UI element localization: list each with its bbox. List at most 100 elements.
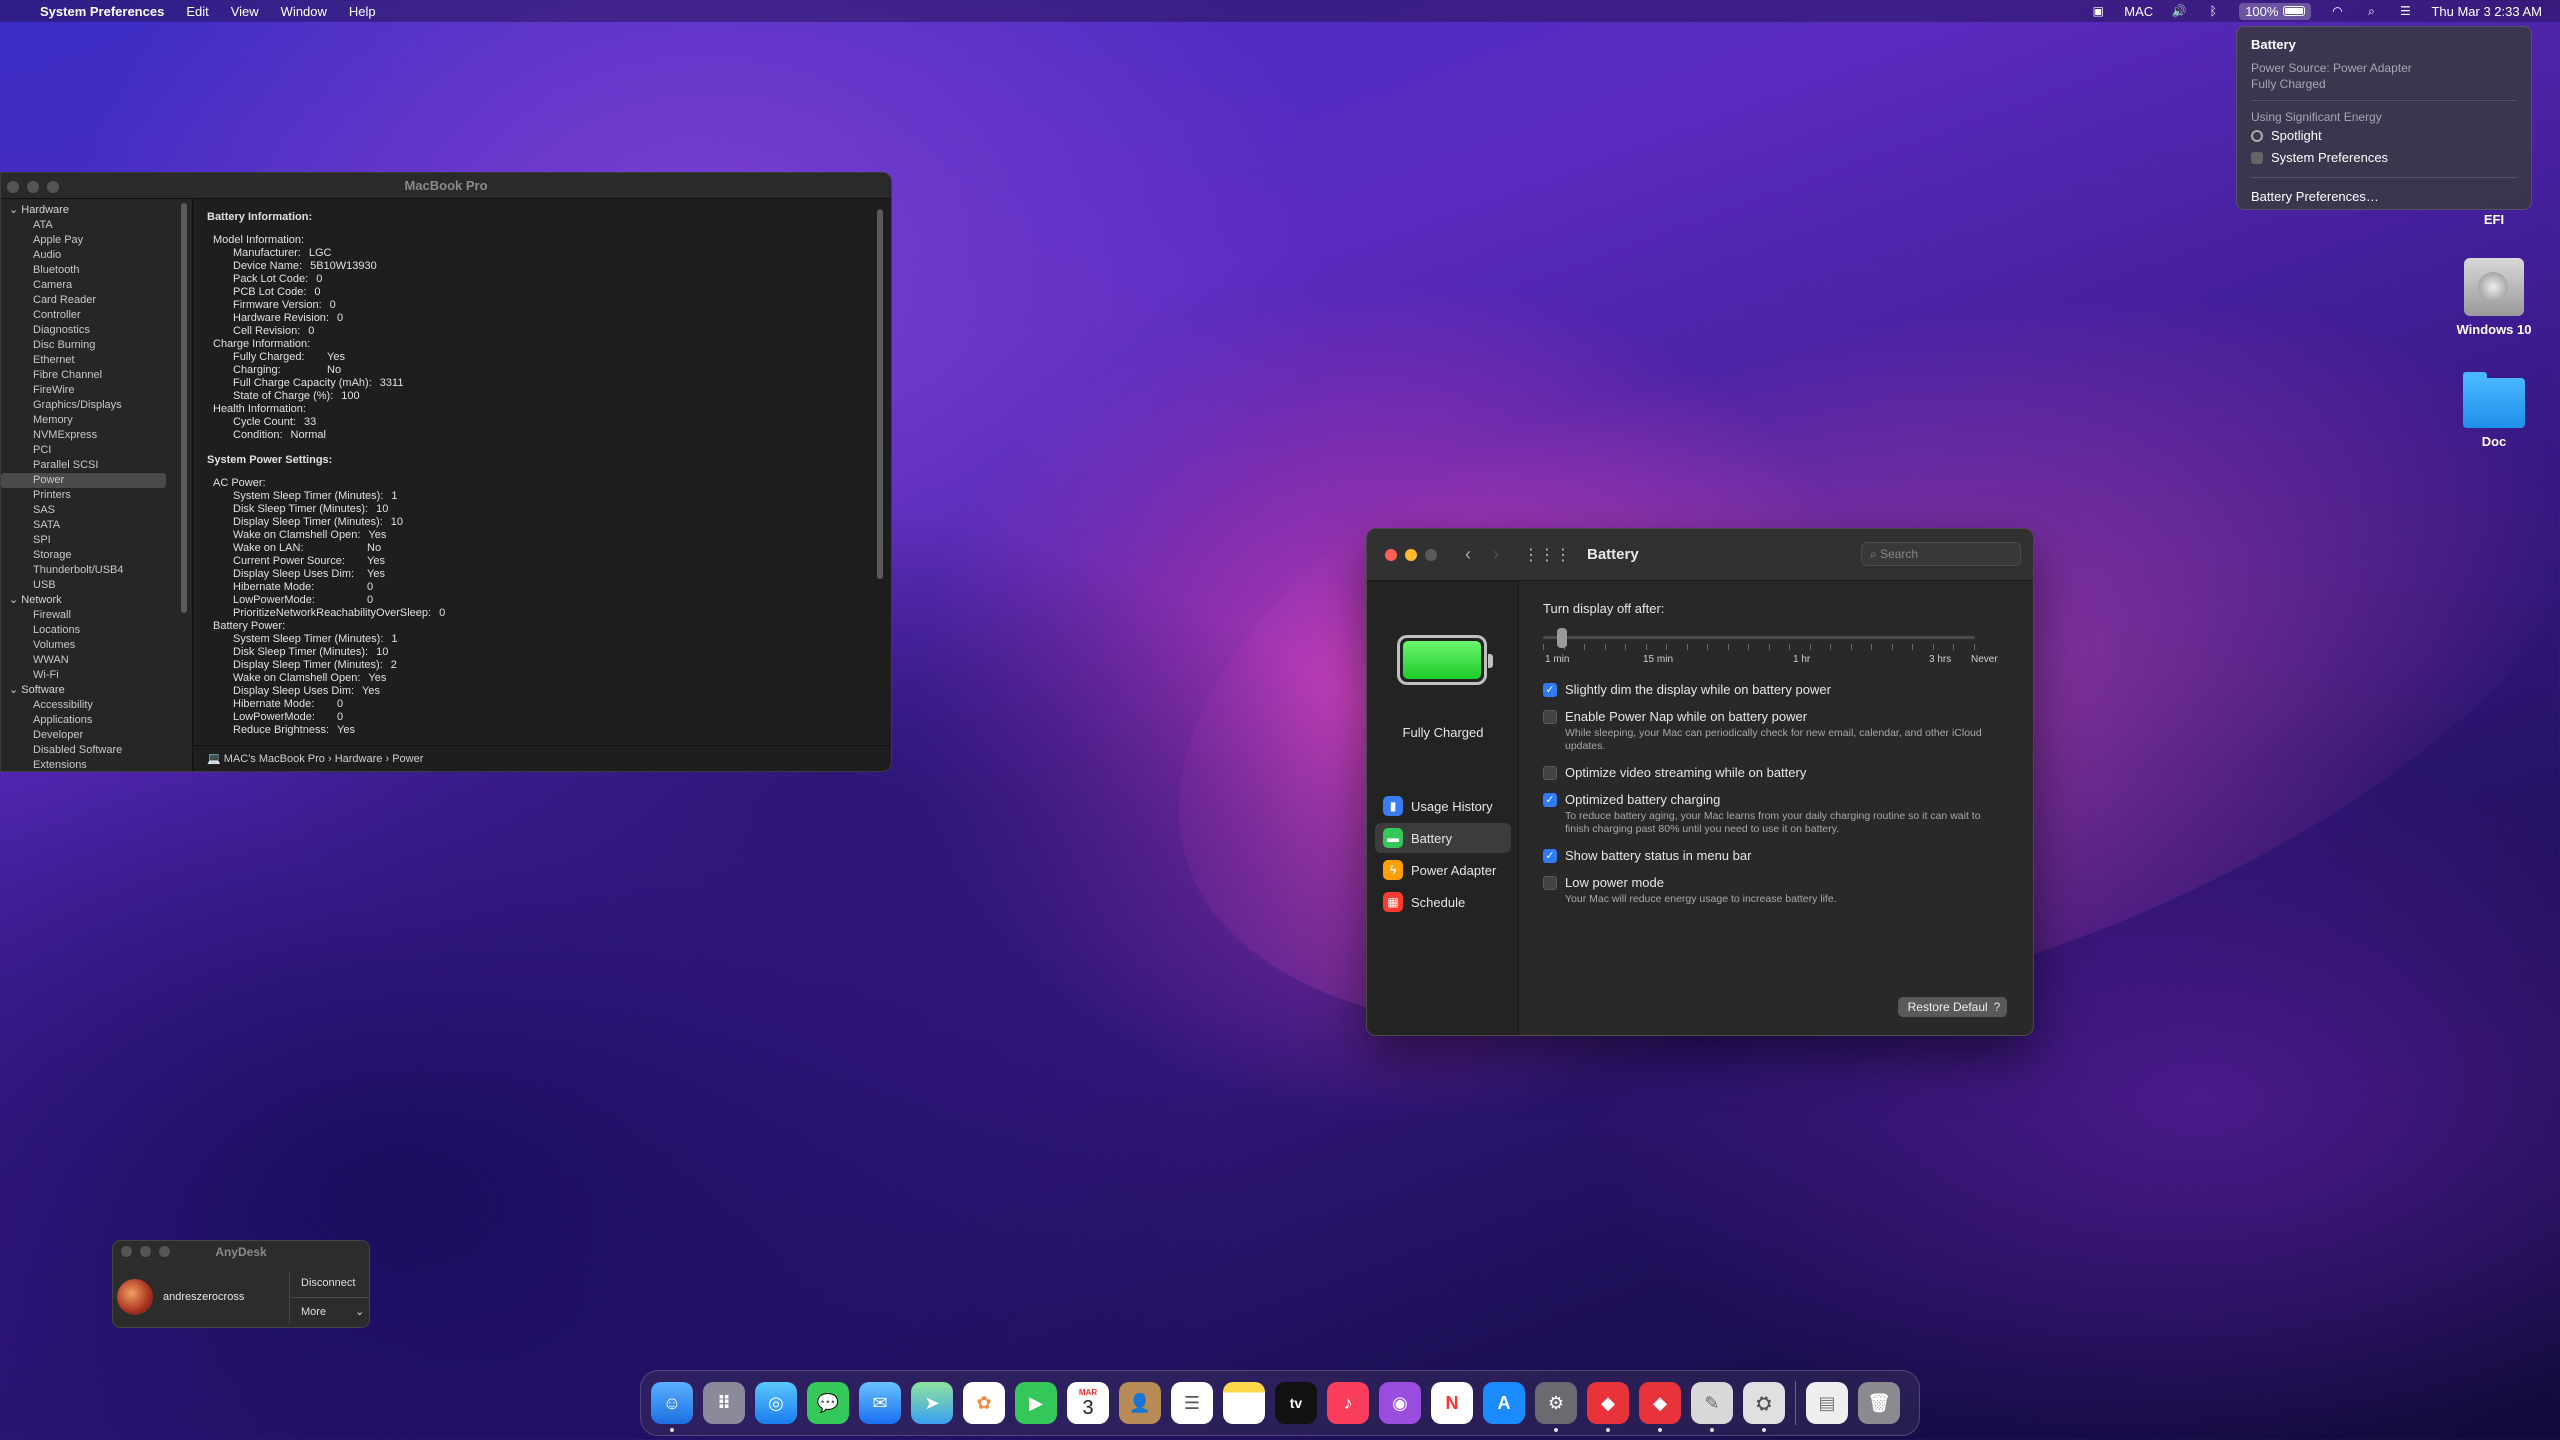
dock-app-store-icon[interactable]: A xyxy=(1483,1382,1525,1424)
option-5[interactable]: Low power mode xyxy=(1543,875,2009,890)
sidebar-item[interactable]: Diagnostics xyxy=(1,323,192,338)
zoom-button[interactable] xyxy=(47,181,59,193)
disconnect-button[interactable]: Disconnect xyxy=(301,1277,355,1289)
sidebar-item[interactable]: Wi-Fi xyxy=(1,668,192,683)
desktop-item-efi[interactable]: EFI xyxy=(2444,212,2544,227)
minimize-button[interactable] xyxy=(1405,548,1417,561)
bluetooth-icon[interactable]: ᛒ xyxy=(2205,4,2221,18)
minimize-button[interactable] xyxy=(27,181,39,193)
sidebar-scrollbar[interactable] xyxy=(181,203,187,613)
menu-edit[interactable]: Edit xyxy=(186,4,208,19)
checkbox[interactable] xyxy=(1543,875,1557,890)
sidebar-item[interactable]: Controller xyxy=(1,308,192,323)
sidebar-item-battery[interactable]: ▬ Battery xyxy=(1375,823,1511,853)
checkbox[interactable]: ✓ xyxy=(1543,848,1557,863)
sidebar-item[interactable]: WWAN xyxy=(1,653,192,668)
sidebar-group-software[interactable]: ⌄ Software xyxy=(1,683,192,698)
dock-system-preferences-icon[interactable]: ⚙ xyxy=(1535,1382,1577,1432)
path-power[interactable]: Power xyxy=(392,753,423,765)
energy-app-system-preferences[interactable]: System Preferences xyxy=(2251,147,2517,169)
sidebar-item[interactable]: ATA xyxy=(1,218,192,233)
option-3[interactable]: ✓ Optimized battery charging xyxy=(1543,792,2009,807)
zoom-button[interactable] xyxy=(1425,548,1437,561)
wifi-icon[interactable]: ◠ xyxy=(2329,4,2345,18)
sidebar-item[interactable]: Applications xyxy=(1,713,192,728)
sidebar-item[interactable]: Accessibility xyxy=(1,698,192,713)
checkbox[interactable] xyxy=(1543,765,1557,780)
sidebar-item[interactable]: PCI xyxy=(1,443,192,458)
dock-mail-icon[interactable]: ✉ xyxy=(859,1382,901,1424)
sidebar-item[interactable]: SPI xyxy=(1,533,192,548)
dock-launchpad-icon[interactable]: ⠿ xyxy=(703,1382,745,1424)
sidebar-item[interactable]: Developer xyxy=(1,728,192,743)
menu-help[interactable]: Help xyxy=(349,4,376,19)
dock-podcasts-icon[interactable]: ◉ xyxy=(1379,1382,1421,1424)
option-4[interactable]: ✓ Show battery status in menu bar xyxy=(1543,848,2009,863)
search-field[interactable]: ⌕ Search xyxy=(1861,542,2021,566)
dock-music-icon[interactable]: ♪ xyxy=(1327,1382,1369,1424)
sidebar-item[interactable]: Volumes xyxy=(1,638,192,653)
dock-facetime-icon[interactable]: ▶ xyxy=(1015,1382,1057,1424)
window-titlebar[interactable]: MacBook Pro xyxy=(1,173,891,199)
sidebar-item[interactable]: Apple Pay xyxy=(1,233,192,248)
forward-icon[interactable]: › xyxy=(1493,544,1499,565)
user-menu[interactable]: MAC xyxy=(2124,4,2153,19)
dock-maps-icon[interactable]: ➤ xyxy=(911,1382,953,1424)
close-button[interactable] xyxy=(1385,548,1397,561)
option-1[interactable]: Enable Power Nap while on battery power xyxy=(1543,709,2009,724)
dock-reminders-icon[interactable]: ☰ xyxy=(1171,1382,1213,1424)
dock-calendar-icon[interactable]: MAR 3 xyxy=(1067,1382,1109,1424)
control-center-icon[interactable]: ☰ xyxy=(2397,4,2413,18)
close-button[interactable] xyxy=(7,181,19,193)
close-button[interactable] xyxy=(121,1246,132,1257)
battery-preferences-item[interactable]: Battery Preferences… xyxy=(2251,186,2517,208)
show-all-grid-icon[interactable]: ⋮⋮⋮ xyxy=(1523,545,1571,565)
sidebar-item[interactable]: Memory xyxy=(1,413,192,428)
dock-contacts-icon[interactable]: 👤 xyxy=(1119,1382,1161,1424)
dock-news-icon[interactable]: N xyxy=(1431,1382,1473,1424)
dock-tv-icon[interactable]: tv xyxy=(1275,1382,1317,1424)
window-toolbar[interactable]: ‹ › ⋮⋮⋮ Battery ⌕ Search xyxy=(1367,529,2033,581)
dock-notes-icon[interactable] xyxy=(1223,1382,1265,1424)
dock-system-information-icon[interactable]: ⛭ xyxy=(1743,1382,1785,1432)
sidebar-item[interactable]: Thunderbolt/USB4 xyxy=(1,563,192,578)
sidebar-item[interactable]: Card Reader xyxy=(1,293,192,308)
display-sleep-slider[interactable] xyxy=(1543,628,1975,650)
sidebar-item[interactable]: Extensions xyxy=(1,758,192,771)
window-titlebar[interactable]: AnyDesk xyxy=(113,1241,369,1263)
sidebar-item[interactable]: Camera xyxy=(1,278,192,293)
path-hardware[interactable]: Hardware xyxy=(335,753,383,765)
desktop-item-windows[interactable]: Windows 10 xyxy=(2444,258,2544,337)
path-computer[interactable]: MAC's MacBook Pro xyxy=(224,753,325,765)
dock-safari-icon[interactable]: ◎ xyxy=(755,1382,797,1424)
sidebar-item[interactable]: Power xyxy=(1,473,166,488)
option-0[interactable]: ✓ Slightly dim the display while on batte… xyxy=(1543,682,2009,697)
checkbox[interactable] xyxy=(1543,709,1557,724)
desktop-item-doc[interactable]: Doc xyxy=(2444,372,2544,449)
sidebar-item-schedule[interactable]: ▦ Schedule xyxy=(1375,887,1511,917)
sidebar-item-usage-history[interactable]: ▮ Usage History xyxy=(1375,791,1511,821)
dock-messages-icon[interactable]: 💬 xyxy=(807,1382,849,1424)
sidebar-item[interactable]: NVMExpress xyxy=(1,428,192,443)
sidebar-item[interactable]: Audio xyxy=(1,248,192,263)
dock-document-icon[interactable]: ▤ xyxy=(1806,1382,1848,1424)
checkbox[interactable]: ✓ xyxy=(1543,682,1557,697)
sidebar-item[interactable]: SAS xyxy=(1,503,192,518)
battery-status-item[interactable]: 100% xyxy=(2239,2,2312,20)
help-button[interactable]: ? xyxy=(1987,997,2007,1017)
sidebar-item[interactable]: Fibre Channel xyxy=(1,368,192,383)
dock-trash-icon[interactable]: 🗑 xyxy=(1858,1382,1900,1424)
sidebar-item[interactable]: Disabled Software xyxy=(1,743,192,758)
dock-textedit-icon[interactable]: ✎ xyxy=(1691,1382,1733,1432)
energy-app-spotlight[interactable]: Spotlight xyxy=(2251,125,2517,147)
dock-anydesk-alt-icon[interactable]: ◆ xyxy=(1639,1382,1681,1432)
dock-photos-icon[interactable]: ✿ xyxy=(963,1382,1005,1424)
sidebar-item[interactable]: SATA xyxy=(1,518,192,533)
app-menu[interactable]: System Preferences xyxy=(40,4,164,19)
checkbox[interactable]: ✓ xyxy=(1543,792,1557,807)
slider-knob[interactable] xyxy=(1557,628,1567,648)
sidebar-item[interactable]: USB xyxy=(1,578,192,593)
volume-icon[interactable]: 🔊 xyxy=(2171,4,2187,18)
zoom-button[interactable] xyxy=(159,1246,170,1257)
content-scrollbar[interactable] xyxy=(877,209,883,579)
